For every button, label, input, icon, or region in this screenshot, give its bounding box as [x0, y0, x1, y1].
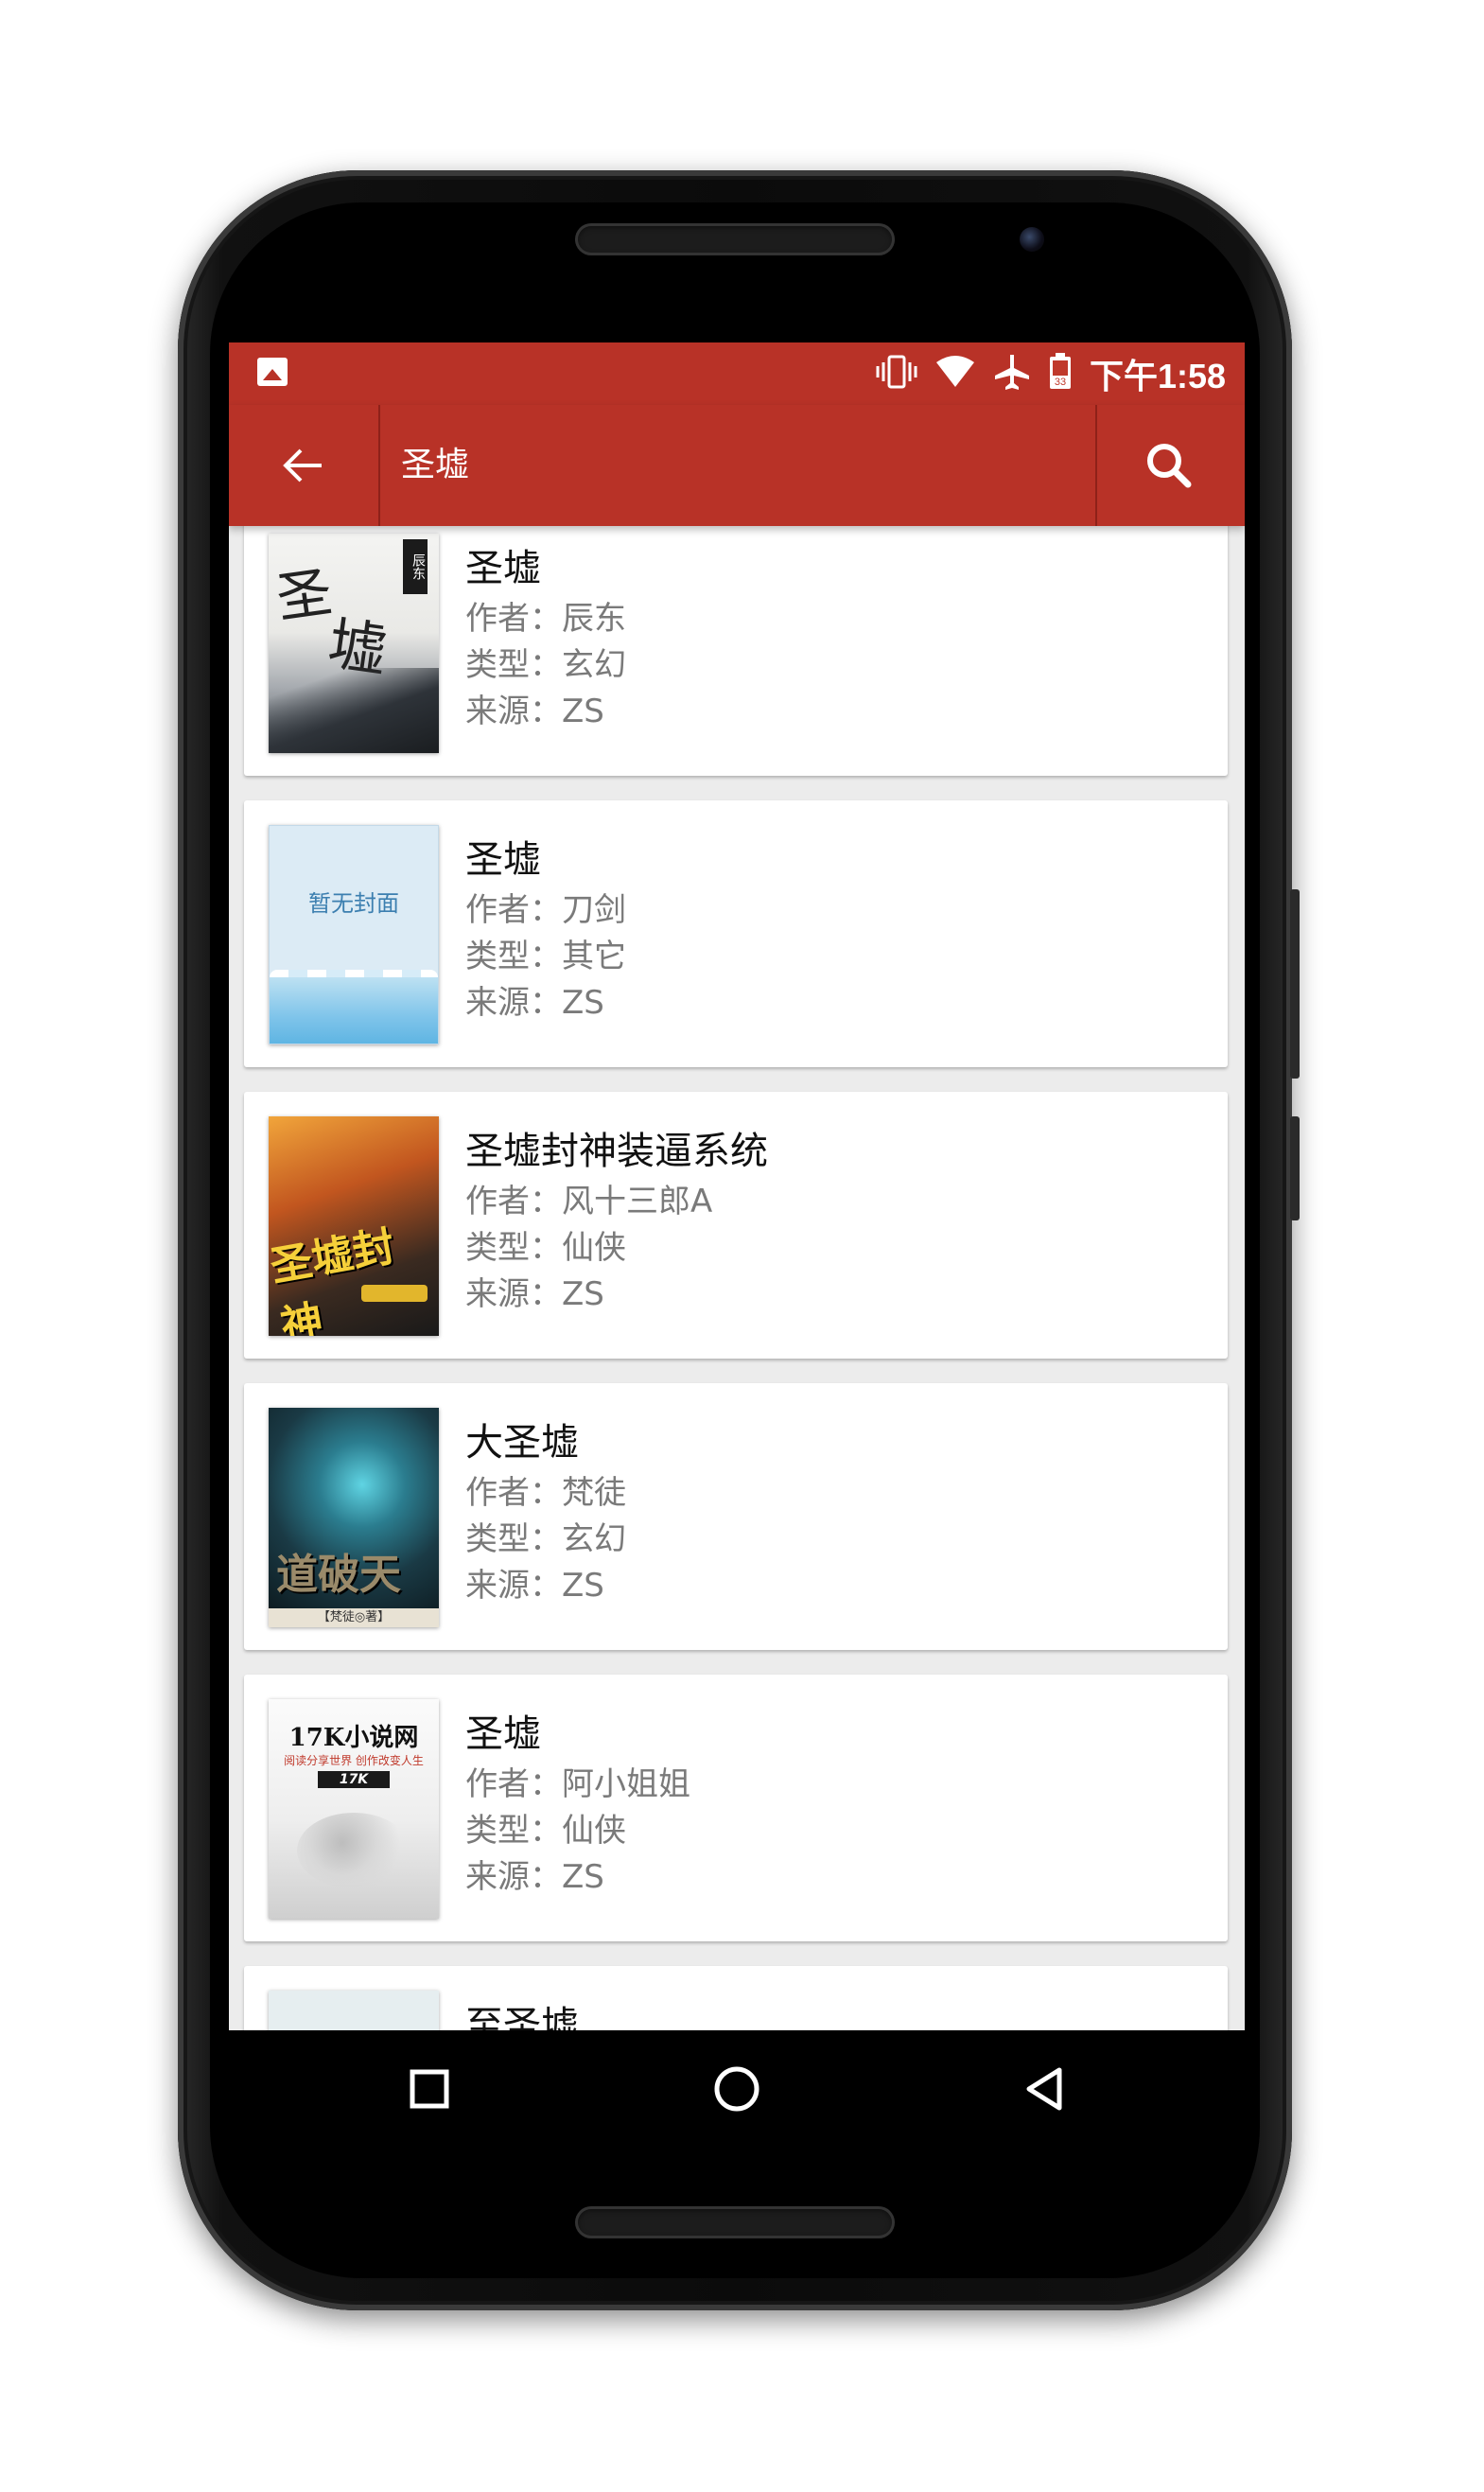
book-genre: 类型：仙侠	[465, 1229, 626, 1267]
cover-calligraphy: 圣	[272, 559, 337, 631]
triangle-back-icon	[1026, 2067, 1062, 2111]
battery-calendar-day: 33	[1055, 377, 1066, 388]
back-button[interactable]	[229, 405, 380, 526]
book-genre: 类型：其它	[465, 938, 626, 975]
front-camera	[1020, 227, 1044, 252]
book-author: 作者：刀剑	[465, 891, 626, 929]
status-clock: 下午1:58	[1089, 357, 1226, 395]
book-cover-placeholder: 暂无封面	[269, 825, 439, 1044]
cover-ink-art	[297, 1813, 410, 1888]
system-nav-bar	[229, 2030, 1245, 2148]
arrow-left-icon	[283, 448, 322, 483]
list-item[interactable]: 暂无封面 圣墟 作者：刀剑 类型：其它 来源：ZS	[244, 800, 1228, 1067]
cover-sea-art	[270, 977, 438, 1044]
book-source: 来源：ZS	[465, 1567, 604, 1605]
list-item[interactable]: 至圣墟	[244, 1966, 1228, 2030]
list-item[interactable]: 道破天荒 【梵徒◎著】 大圣墟 作者：梵徒 类型：玄幻 来源：ZS	[244, 1383, 1228, 1650]
cover-badge	[361, 1285, 428, 1302]
status-bar: 33 下午1:58	[229, 342, 1245, 405]
book-author: 作者：梵徒	[465, 1474, 626, 1512]
book-cover	[269, 1991, 439, 2030]
book-title: 至圣墟	[465, 2004, 579, 2030]
book-source: 来源：ZS	[465, 1858, 604, 1896]
airplane-mode-icon	[993, 353, 1031, 395]
book-author: 作者：阿小姐姐	[465, 1765, 690, 1803]
book-author: 作者：辰东	[465, 600, 626, 638]
list-item[interactable]: 圣墟封神 圣墟封神装逼系统 作者：风十三郎A 类型：仙侠 来源：ZS	[244, 1092, 1228, 1359]
cover-slogan: 阅读分享世界 创作改变人生	[284, 1754, 424, 1767]
cover-brand: 17K小说网	[288, 1724, 419, 1752]
book-cover: 圣墟封神	[269, 1116, 439, 1336]
cover-author-foot: 【梵徒◎著】	[269, 1608, 439, 1627]
recents-button[interactable]	[399, 2059, 460, 2123]
search-toolbar: 圣墟	[229, 405, 1245, 526]
nav-back-button[interactable]	[1016, 2059, 1076, 2123]
book-title: 圣墟	[465, 547, 541, 590]
book-cover: 道破天荒 【梵徒◎著】	[269, 1408, 439, 1627]
book-genre: 类型：玄幻	[465, 1520, 626, 1558]
book-genre: 类型：仙侠	[465, 1812, 626, 1850]
book-genre: 类型：玄幻	[465, 646, 626, 684]
vibrate-icon	[876, 353, 917, 395]
circle-icon	[714, 2066, 759, 2112]
search-button[interactable]	[1095, 405, 1245, 526]
cover-author-tag: 辰东	[403, 539, 428, 594]
book-cover: 圣 墟 辰东	[269, 534, 439, 753]
cover-mountain-art	[269, 668, 439, 753]
app-screen: 33 下午1:58 圣墟 圣 墟 辰东 圣墟 作者：辰东 类型：玄幻 来源：ZS…	[229, 342, 1245, 2030]
book-title: 大圣墟	[465, 1421, 579, 1465]
top-speaker	[575, 223, 895, 255]
search-icon	[1147, 444, 1192, 488]
no-cover-text: 暂无封面	[308, 890, 399, 917]
book-title: 圣墟	[465, 1712, 541, 1756]
square-icon	[410, 2069, 449, 2109]
list-item[interactable]: 17K小说网 阅读分享世界 创作改变人生 17K 圣墟 作者：阿小姐姐 类型：仙…	[244, 1675, 1228, 1941]
image-notification-icon	[257, 358, 288, 386]
cover-logo: 17K	[318, 1771, 390, 1788]
volume-button	[1290, 889, 1300, 1079]
book-title: 圣墟	[465, 838, 541, 882]
book-title: 圣墟封神装逼系统	[465, 1130, 768, 1173]
book-cover: 17K小说网 阅读分享世界 创作改变人生 17K	[269, 1699, 439, 1919]
battery-icon: 33	[1048, 353, 1073, 395]
list-item[interactable]: 圣 墟 辰东 圣墟 作者：辰东 类型：玄幻 来源：ZS	[244, 509, 1228, 776]
power-button	[1290, 1116, 1300, 1220]
home-button[interactable]	[707, 2059, 767, 2123]
book-author: 作者：风十三郎A	[465, 1183, 713, 1220]
book-source: 来源：ZS	[465, 1275, 604, 1313]
search-query[interactable]: 圣墟	[401, 405, 469, 526]
cover-title-art: 圣墟封神	[269, 1221, 398, 1336]
status-icons: 33 下午1:58	[876, 342, 1226, 405]
bottom-speaker	[575, 2206, 895, 2238]
book-source: 来源：ZS	[465, 693, 604, 730]
wifi-icon	[934, 355, 976, 393]
book-source: 来源：ZS	[465, 984, 604, 1022]
